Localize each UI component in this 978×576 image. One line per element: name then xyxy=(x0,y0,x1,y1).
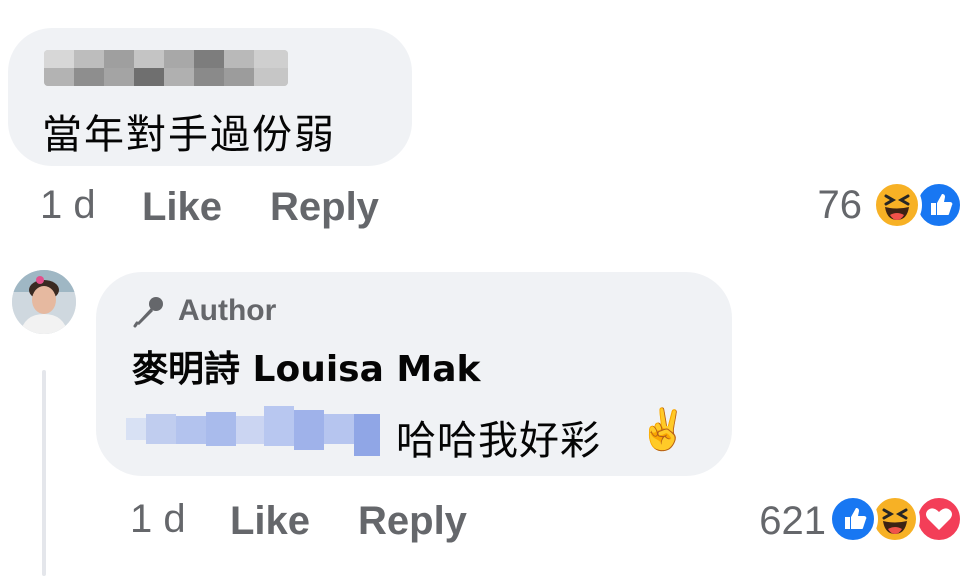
reply-link[interactable]: Reply xyxy=(270,185,379,230)
reaction-count[interactable]: 76 xyxy=(790,183,863,228)
victory-hand-emoji: ✌️ xyxy=(638,407,690,453)
like-icon xyxy=(828,494,878,544)
reply-text: 哈哈我好彩 xyxy=(396,418,601,464)
comment-text: 當年對手過份弱 xyxy=(42,112,336,158)
author-badge: Author xyxy=(132,294,276,328)
author-badge-label: Author xyxy=(178,294,277,327)
reply-like-link[interactable]: Like xyxy=(230,499,310,544)
love-icon xyxy=(914,494,964,544)
reply-reaction-count[interactable]: 621 xyxy=(730,499,826,544)
author-name[interactable]: 麥明詩 Louisa Mak xyxy=(132,340,481,392)
like-link[interactable]: Like xyxy=(142,185,222,230)
reaction-icons[interactable] xyxy=(870,180,970,230)
redacted-mention xyxy=(126,404,380,458)
comment-bubble: 當年對手過份弱 xyxy=(8,28,412,166)
redacted-username xyxy=(44,50,288,86)
author-avatar[interactable] xyxy=(12,270,76,334)
thread-line xyxy=(42,370,46,576)
haha-icon xyxy=(872,180,922,230)
comment-timestamp[interactable]: 1 d xyxy=(40,183,96,228)
reply-reply-link[interactable]: Reply xyxy=(358,499,467,544)
reply-timestamp[interactable]: 1 d xyxy=(130,497,186,542)
microphone-icon xyxy=(133,297,163,328)
reply-reaction-icons[interactable] xyxy=(826,494,970,544)
